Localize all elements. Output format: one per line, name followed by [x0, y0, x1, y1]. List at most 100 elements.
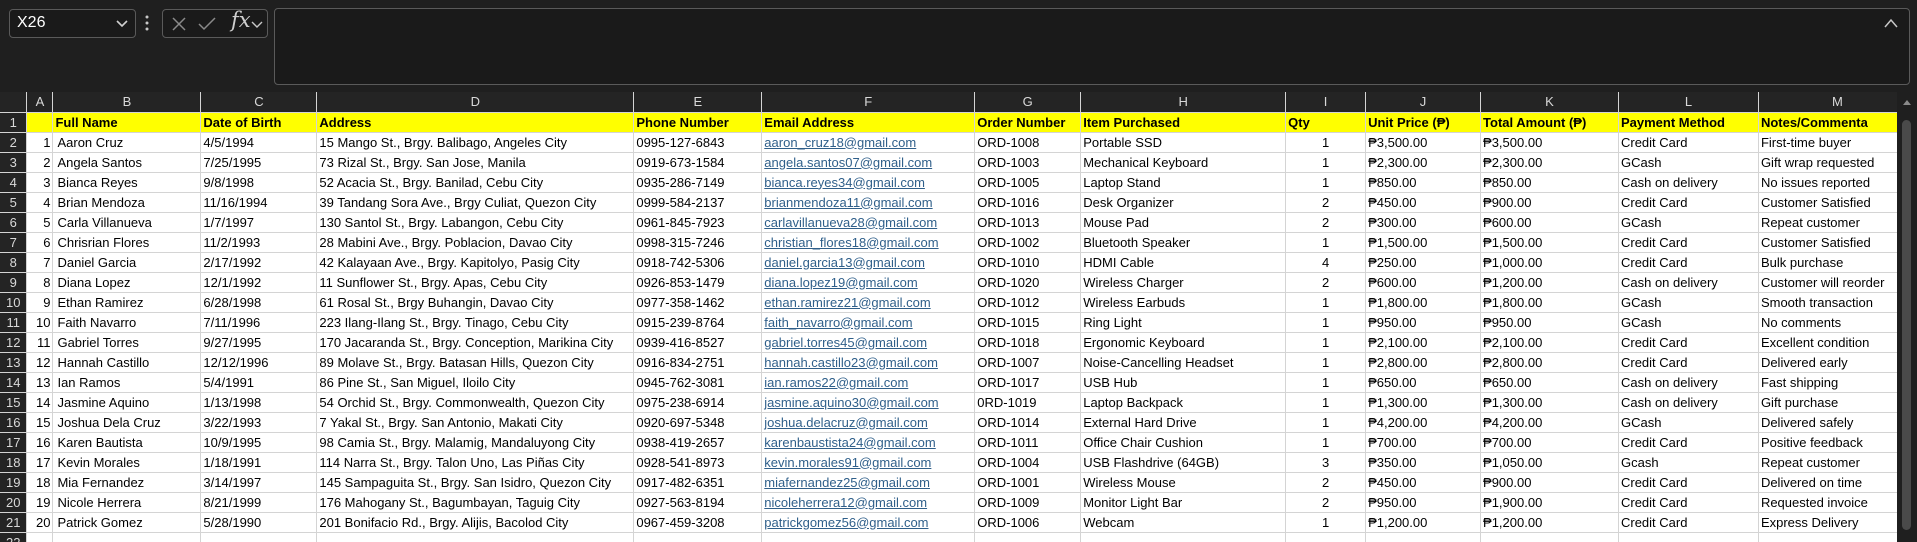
cell-a[interactable]: 16: [26, 432, 54, 453]
cell-c[interactable]: 11/2/1993: [200, 232, 318, 253]
chevron-up-icon[interactable]: [1883, 17, 1899, 29]
cell-d[interactable]: 223 Ilang-Ilang St., Brgy. Tinago, Cebu …: [316, 312, 635, 333]
cell-f[interactable]: carlavillanueva28@gmail.com: [761, 212, 976, 233]
cell-e[interactable]: 0945-762-3081: [633, 372, 763, 393]
cell-h[interactable]: USB Flashdrive (64GB): [1080, 452, 1287, 473]
cell-f[interactable]: joshua.delacruz@gmail.com: [761, 412, 976, 433]
cell-g[interactable]: ORD-1009: [974, 492, 1082, 513]
cell-i[interactable]: 1: [1285, 232, 1367, 253]
cell-f[interactable]: faith_navarro@gmail.com: [761, 312, 976, 333]
row-header[interactable]: 7: [0, 232, 28, 253]
cell-j[interactable]: [1365, 532, 1482, 542]
cell-c[interactable]: 9/8/1998: [200, 172, 318, 193]
cell-l[interactable]: Credit Card: [1618, 352, 1759, 373]
enter-check-icon[interactable]: [197, 15, 217, 33]
cell-j[interactable]: ₱1,200.00: [1365, 512, 1482, 533]
scroll-up-icon[interactable]: [1902, 98, 1912, 106]
cell-f[interactable]: miafernandez25@gmail.com: [761, 472, 976, 493]
cell-d[interactable]: 39 Tandang Sora Ave., Brgy Culiat, Quezo…: [316, 192, 635, 213]
cell-f[interactable]: nicoleherrera12@gmail.com: [761, 492, 976, 513]
cell-i[interactable]: 2: [1285, 472, 1367, 493]
cell-l[interactable]: Payment Method: [1618, 112, 1759, 133]
cell-g[interactable]: ORD-1013: [974, 212, 1082, 233]
cell-e[interactable]: 0919-673-1584: [633, 152, 763, 173]
cell-j[interactable]: ₱3,500.00: [1365, 132, 1482, 153]
cell-k[interactable]: ₱1,200.00: [1480, 512, 1619, 533]
cell-c[interactable]: 7/25/1995: [200, 152, 318, 173]
cell-g[interactable]: ORD-1010: [974, 252, 1082, 273]
row-header[interactable]: 4: [0, 172, 28, 193]
cell-b[interactable]: Chrisrian Flores: [52, 232, 202, 253]
cell-c[interactable]: 10/9/1995: [200, 432, 318, 453]
row-header[interactable]: 10: [0, 292, 28, 313]
cell-i[interactable]: 1: [1285, 172, 1367, 193]
cell-m[interactable]: Gift wrap requested: [1758, 152, 1917, 173]
cell-f[interactable]: Email Address: [761, 112, 976, 133]
cell-d[interactable]: 98 Camia St., Brgy. Malamig, Mandaluyong…: [316, 432, 635, 453]
cell-f[interactable]: [761, 532, 976, 542]
cell-g[interactable]: ORD-1001: [974, 472, 1082, 493]
cell-g[interactable]: Order Number: [974, 112, 1082, 133]
column-header-k[interactable]: K: [1480, 92, 1619, 113]
cell-j[interactable]: ₱950.00: [1365, 492, 1482, 513]
cell-f[interactable]: ian.ramos22@gmail.com: [761, 372, 976, 393]
cell-e[interactable]: 0977-358-1462: [633, 292, 763, 313]
cell-l[interactable]: GCash: [1618, 312, 1759, 333]
cell-m[interactable]: No comments: [1758, 312, 1917, 333]
cell-c[interactable]: 7/11/1996: [200, 312, 318, 333]
cell-d[interactable]: 42 Kalayaan Ave., Brgy. Kapitolyo, Pasig…: [316, 252, 635, 273]
cell-g[interactable]: ORD-1016: [974, 192, 1082, 213]
cell-b[interactable]: Patrick Gomez: [52, 512, 202, 533]
cell-m[interactable]: Repeat customer: [1758, 212, 1917, 233]
cell-b[interactable]: Carla Villanueva: [52, 212, 202, 233]
cell-k[interactable]: ₱2,100.00: [1480, 332, 1619, 353]
row-header[interactable]: 5: [0, 192, 28, 213]
row-header[interactable]: 1: [0, 112, 28, 133]
cell-h[interactable]: Ergonomic Keyboard: [1080, 332, 1287, 353]
cell-d[interactable]: 89 Molave St., Brgy. Batasan Hills, Quez…: [316, 352, 635, 373]
cell-i[interactable]: 1: [1285, 132, 1367, 153]
cell-j[interactable]: ₱2,800.00: [1365, 352, 1482, 373]
cell-g[interactable]: ORD-1007: [974, 352, 1082, 373]
cell-e[interactable]: [633, 532, 763, 542]
cell-e[interactable]: 0975-238-6914: [633, 392, 763, 413]
cell-b[interactable]: Bianca Reyes: [52, 172, 202, 193]
cell-d[interactable]: 28 Mabini Ave., Brgy. Poblacion, Davao C…: [316, 232, 635, 253]
cell-m[interactable]: Notes/Commenta: [1758, 112, 1917, 133]
cell-g[interactable]: 0RD-1019: [974, 392, 1082, 413]
cell-m[interactable]: Delivered safely: [1758, 412, 1917, 433]
cell-l[interactable]: Credit Card: [1618, 332, 1759, 353]
cell-b[interactable]: Faith Navarro: [52, 312, 202, 333]
cell-f[interactable]: christian_flores18@gmail.com: [761, 232, 976, 253]
cell-c[interactable]: 1/13/1998: [200, 392, 318, 413]
cell-j[interactable]: ₱2,100.00: [1365, 332, 1482, 353]
cell-f[interactable]: diana.lopez19@gmail.com: [761, 272, 976, 293]
cell-e[interactable]: 0926-853-1479: [633, 272, 763, 293]
cell-d[interactable]: 176 Mahogany St., Bagumbayan, Taguig Cit…: [316, 492, 635, 513]
cell-c[interactable]: 3/14/1997: [200, 472, 318, 493]
cell-l[interactable]: Cash on delivery: [1618, 272, 1759, 293]
select-all-corner[interactable]: [0, 92, 28, 113]
cell-a[interactable]: 1: [26, 132, 54, 153]
cell-g[interactable]: [974, 532, 1082, 542]
cell-k[interactable]: ₱2,800.00: [1480, 352, 1619, 373]
cell-l[interactable]: Credit Card: [1618, 192, 1759, 213]
column-header-j[interactable]: J: [1365, 92, 1482, 113]
cell-a[interactable]: 14: [26, 392, 54, 413]
cell-m[interactable]: Delivered early: [1758, 352, 1917, 373]
row-header[interactable]: 6: [0, 212, 28, 233]
cell-d[interactable]: 54 Orchid St., Brgy. Commonwealth, Quezo…: [316, 392, 635, 413]
cell-f[interactable]: karenbaustista24@gmail.com: [761, 432, 976, 453]
cell-e[interactable]: 0961-845-7923: [633, 212, 763, 233]
cell-l[interactable]: Credit Card: [1618, 252, 1759, 273]
cell-e[interactable]: 0917-482-6351: [633, 472, 763, 493]
cell-f[interactable]: kevin.morales91@gmail.com: [761, 452, 976, 473]
cell-d[interactable]: 73 Rizal St., Brgy. San Jose, Manila: [316, 152, 635, 173]
cell-i[interactable]: 2: [1285, 272, 1367, 293]
cell-i[interactable]: 1: [1285, 332, 1367, 353]
cell-j[interactable]: ₱850.00: [1365, 172, 1482, 193]
cell-e[interactable]: 0928-541-8973: [633, 452, 763, 473]
row-header[interactable]: 14: [0, 372, 28, 393]
cell-k[interactable]: ₱900.00: [1480, 472, 1619, 493]
row-header[interactable]: 11: [0, 312, 28, 333]
